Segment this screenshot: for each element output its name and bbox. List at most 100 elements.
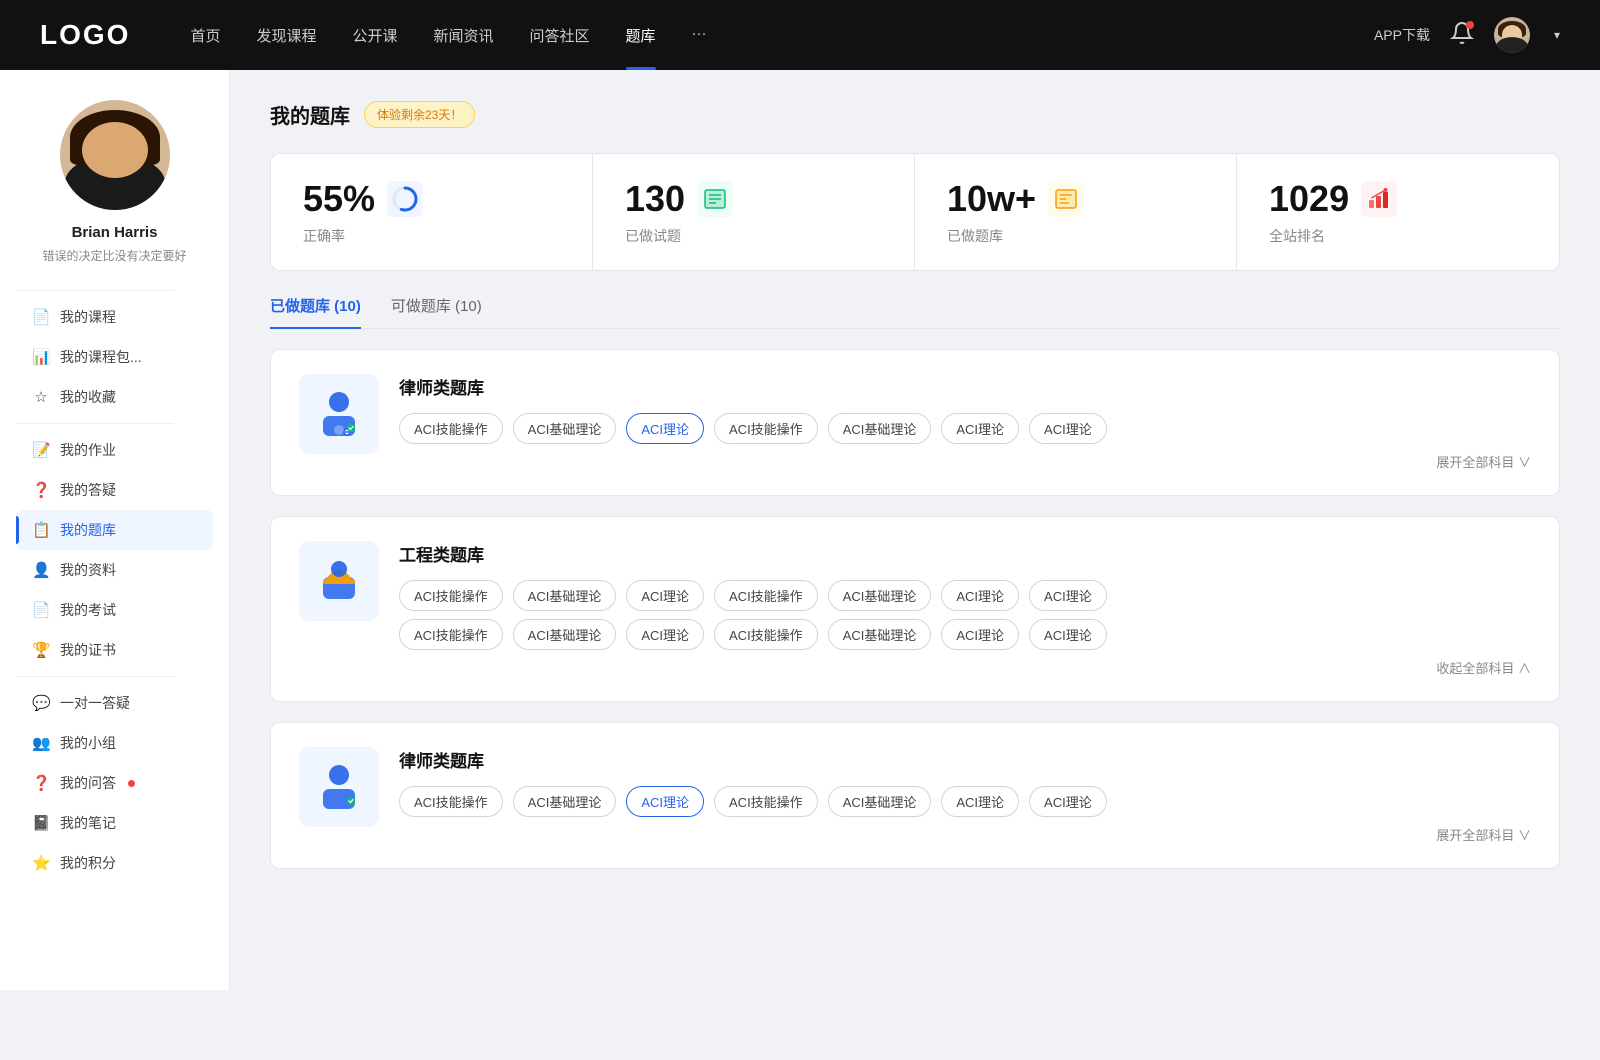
qb-card-engineer: 工程类题库 ACI技能操作 ACI基础理论 ACI理论 ACI技能操作 ACI基… [270, 516, 1560, 702]
tag[interactable]: ACI基础理论 [828, 413, 932, 444]
bank-done-label: 已做题库 [947, 226, 1003, 246]
ranking-value: 1029 [1269, 178, 1349, 220]
qa-notification-dot [128, 780, 135, 787]
nav-qbank[interactable]: 题库 [626, 25, 656, 46]
sidebar-item-exam[interactable]: 📄 我的考试 [16, 590, 213, 630]
qbank-icon: 📋 [32, 521, 50, 539]
sidebar-label: 我的考试 [60, 600, 116, 620]
divider-1 [16, 290, 174, 291]
divider-3 [16, 676, 174, 677]
myqa-icon: ❓ [32, 774, 50, 792]
tag[interactable]: ACI技能操作 [399, 580, 503, 611]
sidebar-label: 一对一答疑 [60, 693, 130, 713]
sidebar-item-homework[interactable]: 📝 我的作业 [16, 430, 213, 470]
logo[interactable]: LOGO [40, 19, 130, 51]
page-wrapper: Brian Harris 错误的决定比没有决定要好 📄 我的课程 📊 我的课程包… [0, 70, 1600, 990]
qb-tags-1: ACI技能操作 ACI基础理论 ACI理论 ACI技能操作 ACI基础理论 AC… [399, 413, 1531, 444]
sidebar-item-myqa[interactable]: ❓ 我的问答 [16, 763, 213, 803]
user-avatar[interactable] [1494, 17, 1530, 53]
tag[interactable]: ACI技能操作 [714, 619, 818, 650]
tag[interactable]: ACI基础理论 [513, 413, 617, 444]
tag[interactable]: ACI理论 [941, 580, 1019, 611]
correct-rate-value: 55% [303, 178, 375, 220]
tag[interactable]: ACI理论 [626, 619, 704, 650]
sidebar-item-favorites[interactable]: ☆ 我的收藏 [16, 377, 213, 417]
divider-2 [16, 423, 174, 424]
main-content: 我的题库 体验剩余23天！ 55% 正确率 [230, 70, 1600, 990]
expand-button-1[interactable]: 展开全部科目 ∨ [399, 452, 1531, 471]
nav-right: APP下载 ▾ [1374, 17, 1560, 53]
tabs-bar: 已做题库 (10) 可做题库 (10) [270, 295, 1560, 329]
tag[interactable]: ACI基础理论 [513, 786, 617, 817]
notes-icon: 📓 [32, 814, 50, 832]
nav-news[interactable]: 新闻资讯 [434, 25, 494, 46]
points-icon: ⭐ [32, 854, 50, 872]
tag[interactable]: ACI技能操作 [399, 786, 503, 817]
sidebar-item-profile[interactable]: 👤 我的资料 [16, 550, 213, 590]
questions-done-value: 130 [625, 178, 685, 220]
expand-button-3[interactable]: 展开全部科目 ∨ [399, 825, 1531, 844]
sidebar-item-tutor[interactable]: 💬 一对一答疑 [16, 683, 213, 723]
tag[interactable]: ACI技能操作 [399, 413, 503, 444]
tag[interactable]: ACI理论 [1029, 786, 1107, 817]
expand-button-2[interactable]: 收起全部科目 ∧ [399, 658, 1531, 677]
profile-motto: 错误的决定比没有决定要好 [42, 247, 186, 264]
tag[interactable]: ACI基础理论 [513, 580, 617, 611]
sidebar-label: 我的小组 [60, 733, 116, 753]
profile-avatar [60, 100, 170, 210]
tag-active[interactable]: ACI理论 [626, 786, 704, 817]
qb-content-2: 工程类题库 ACI技能操作 ACI基础理论 ACI理论 ACI技能操作 ACI基… [399, 541, 1531, 677]
tag[interactable]: ACI技能操作 [714, 580, 818, 611]
tag[interactable]: ACI理论 [941, 619, 1019, 650]
tag[interactable]: ACI理论 [626, 580, 704, 611]
sidebar-label: 我的笔记 [60, 813, 116, 833]
sidebar-item-qbank[interactable]: 📋 我的题库 [16, 510, 213, 550]
tag[interactable]: ACI基础理论 [828, 580, 932, 611]
sidebar-item-coursepack[interactable]: 📊 我的课程包... [16, 337, 213, 377]
tag[interactable]: ACI理论 [1029, 580, 1107, 611]
sidebar-item-group[interactable]: 👥 我的小组 [16, 723, 213, 763]
page-header: 我的题库 体验剩余23天！ [270, 100, 1560, 129]
sidebar-label: 我的答疑 [60, 480, 116, 500]
app-download-link[interactable]: APP下载 [1374, 25, 1430, 45]
tag[interactable]: ACI理论 [941, 786, 1019, 817]
sidebar-item-mycourse[interactable]: 📄 我的课程 [16, 297, 213, 337]
tag[interactable]: ACI技能操作 [399, 619, 503, 650]
sidebar-label: 我的课程包... [60, 347, 142, 367]
user-dropdown-chevron[interactable]: ▾ [1554, 28, 1560, 42]
tag[interactable]: ACI基础理论 [828, 786, 932, 817]
qb-card-lawyer-2: 律师类题库 ACI技能操作 ACI基础理论 ACI理论 ACI技能操作 ACI基… [270, 722, 1560, 869]
tag[interactable]: ACI理论 [1029, 619, 1107, 650]
sidebar-item-points[interactable]: ⭐ 我的积分 [16, 843, 213, 883]
tab-available-banks[interactable]: 可做题库 (10) [391, 295, 482, 328]
tag[interactable]: ACI技能操作 [714, 786, 818, 817]
tag-active[interactable]: ACI理论 [626, 413, 704, 444]
lawyer-icon-wrap-2 [299, 747, 379, 827]
nav-discover[interactable]: 发现课程 [256, 25, 316, 46]
sidebar-item-answers[interactable]: ❓ 我的答疑 [16, 470, 213, 510]
nav-more[interactable]: ··· [692, 25, 707, 46]
tag[interactable]: ACI理论 [941, 413, 1019, 444]
tag[interactable]: ACI技能操作 [714, 413, 818, 444]
qb-tags-2-row1: ACI技能操作 ACI基础理论 ACI理论 ACI技能操作 ACI基础理论 AC… [399, 580, 1531, 611]
cert-icon: 🏆 [32, 641, 50, 659]
sidebar-label: 我的收藏 [60, 387, 116, 407]
sidebar-label: 我的问答 [60, 773, 116, 793]
sidebar-item-cert[interactable]: 🏆 我的证书 [16, 630, 213, 670]
tag[interactable]: ACI基础理论 [513, 619, 617, 650]
notification-bell[interactable] [1450, 21, 1474, 50]
stats-row: 55% 正确率 130 [270, 153, 1560, 271]
course-icon: 📄 [32, 308, 50, 326]
tag[interactable]: ACI理论 [1029, 413, 1107, 444]
nav-opencourse[interactable]: 公开课 [352, 25, 397, 46]
profile-icon: 👤 [32, 561, 50, 579]
nav-qa[interactable]: 问答社区 [530, 25, 590, 46]
tutor-icon: 💬 [32, 694, 50, 712]
nav-links: 首页 发现课程 公开课 新闻资讯 问答社区 题库 ··· [190, 25, 1374, 46]
sidebar-label: 我的证书 [60, 640, 116, 660]
question-icon: ❓ [32, 481, 50, 499]
sidebar-item-notes[interactable]: 📓 我的笔记 [16, 803, 213, 843]
nav-home[interactable]: 首页 [190, 25, 220, 46]
tab-done-banks[interactable]: 已做题库 (10) [270, 295, 361, 328]
tag[interactable]: ACI基础理论 [828, 619, 932, 650]
